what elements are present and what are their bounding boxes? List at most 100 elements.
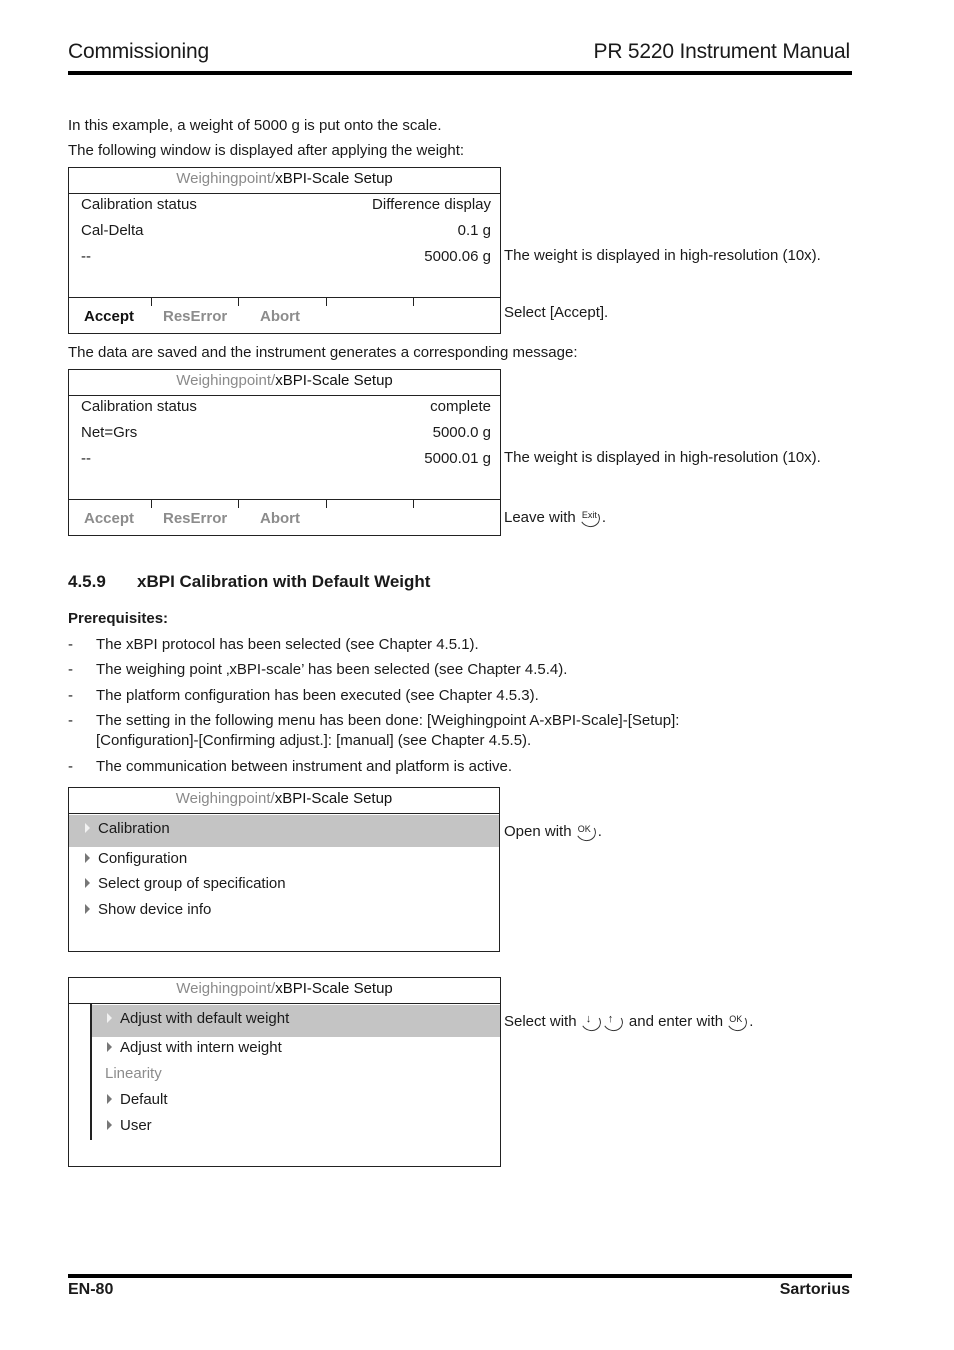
chevron-right-icon (107, 1094, 112, 1105)
bullet-dash: - (68, 712, 73, 729)
exit-key-icon: Exit (577, 506, 602, 530)
chevron-right-icon (85, 904, 90, 915)
key-arc (600, 1010, 625, 1034)
note-open-with-ok: Open with OK. (504, 820, 602, 844)
menu-item-label: Calibration (98, 820, 170, 837)
menu-item-linearity-default[interactable]: Default (107, 1087, 168, 1113)
menu-item-label: Adjust with intern weight (120, 1039, 282, 1056)
softkey-accept[interactable]: Accept (84, 307, 134, 327)
menu-item-device-info[interactable]: Show device info (85, 897, 211, 923)
screen-name: xBPI-Scale Setup (275, 372, 393, 389)
net-gross-row: Net=Grs 5000.0 g (81, 422, 491, 444)
prerequisites-label: Prerequisites: (68, 610, 169, 627)
chevron-right-icon (85, 853, 90, 864)
row-label: -- (81, 248, 91, 265)
softkey-divider (326, 298, 327, 306)
menu-item-adjust-intern[interactable]: Adjust with intern weight (107, 1035, 282, 1061)
menu-item-label: Configuration (98, 850, 188, 867)
row-label: Calibration status (81, 398, 197, 415)
chapter-title: Commissioning (68, 40, 209, 63)
saved-message-text: The data are saved and the instrument ge… (68, 344, 578, 361)
note-suffix: . (601, 509, 607, 526)
note-high-resolution: The weight is displayed in high-resoluti… (504, 449, 821, 466)
weight-row: -- 5000.06 g (81, 246, 491, 268)
footer-rule (68, 1274, 852, 1278)
menu-item-linearity-user[interactable]: User (107, 1113, 152, 1139)
cal-delta-row: Cal-Delta 0.1 g (81, 220, 491, 242)
screen-name: xBPI-Scale Setup (275, 980, 393, 997)
note-suffix: . (749, 1013, 754, 1030)
note-text: Open with (504, 823, 572, 840)
company-name: Sartorius (779, 1281, 850, 1298)
menu-item-label: Adjust with default weight (120, 1010, 290, 1027)
chevron-right-icon (85, 823, 90, 834)
note-high-resolution: The weight is displayed in high-resoluti… (504, 247, 821, 264)
prereq-item: The platform configuration has been exec… (96, 687, 539, 704)
menu-item-adjust-default[interactable]: Adjust with default weight (92, 1005, 500, 1037)
softkey-divider (238, 500, 239, 508)
menu-item-calibration[interactable]: Calibration (69, 815, 499, 847)
breadcrumb: Weighingpoint/ (176, 980, 276, 997)
display-screen-difference: Weighingpoint/xBPI-Scale Setup Calibrati… (68, 167, 501, 334)
note-text: and enter with (628, 1013, 724, 1030)
intro-line-1: In this example, a weight of 5000 g is p… (68, 117, 442, 134)
arrow-down-key-icon: ↓ (578, 1010, 603, 1034)
status-row: Calibration status Difference display (81, 194, 491, 216)
breadcrumb: Weighingpoint/ (176, 170, 276, 187)
softkey-divider (413, 500, 414, 508)
note-select-accept: Select [Accept]. (504, 304, 609, 321)
row-label: Calibration status (81, 196, 197, 213)
bullet-dash: - (68, 636, 73, 653)
bullet-dash: - (68, 661, 73, 678)
row-label: Cal-Delta (81, 222, 144, 239)
ok-key-icon: OK (725, 1010, 750, 1034)
row-value: 5000.0 g (432, 424, 491, 441)
display-screen-calibration-menu: Weighingpoint/xBPI-Scale Setup Adjust wi… (68, 977, 501, 1167)
screen-title: Weighingpoint/xBPI-Scale Setup (69, 168, 500, 194)
screen-title: Weighingpoint/xBPI-Scale Setup (69, 978, 500, 1004)
chevron-right-icon (107, 1042, 112, 1053)
ok-key-icon: OK (573, 820, 598, 844)
softkey-accept[interactable]: Accept (84, 509, 134, 529)
breadcrumb: Weighingpoint/ (175, 790, 275, 807)
note-leave-with-exit: Leave with Exit. (504, 506, 607, 530)
display-screen-setup-menu: Weighingpoint/xBPI-Scale Setup Calibrati… (68, 787, 500, 952)
arrow-up-key-icon: ↑ (600, 1010, 625, 1034)
note-text: Leave with (504, 509, 576, 526)
softkey-divider (238, 298, 239, 306)
softkey-divider (151, 500, 152, 508)
note-select-and-enter: Select with ↓ ↑ and enter with OK. (504, 1010, 754, 1034)
row-value: complete (430, 398, 491, 415)
row-value: 5000.06 g (424, 248, 491, 265)
softkey-reserror[interactable]: ResError (163, 509, 227, 529)
menu-item-label: Show device info (98, 901, 212, 918)
row-label: -- (81, 450, 91, 467)
menu-item-select-group[interactable]: Select group of specification (85, 871, 286, 897)
screen-name: xBPI-Scale Setup (275, 170, 393, 187)
softkey-reserror[interactable]: ResError (163, 307, 227, 327)
row-label: Net=Grs (81, 424, 138, 441)
menu-item-label: Select group of specification (98, 875, 286, 892)
bullet-dash: - (68, 758, 73, 775)
display-screen-complete: Weighingpoint/xBPI-Scale Setup Calibrati… (68, 369, 501, 536)
softkey-abort[interactable]: Abort (260, 307, 300, 327)
breadcrumb: Weighingpoint/ (176, 372, 276, 389)
softkey-bar: Accept ResError Abort (69, 297, 500, 333)
page-number: EN-80 (68, 1281, 114, 1298)
bullet-dash: - (68, 687, 73, 704)
softkey-abort[interactable]: Abort (260, 509, 300, 529)
softkey-divider (326, 500, 327, 508)
manual-title: PR 5220 Instrument Manual (593, 40, 851, 63)
menu-item-label: User (120, 1117, 152, 1134)
screen-name: xBPI-Scale Setup (274, 790, 393, 807)
row-value: 0.1 g (457, 222, 491, 239)
prereq-item: The setting in the following menu has be… (96, 712, 680, 729)
key-arc (578, 1010, 603, 1034)
softkey-divider (413, 298, 414, 306)
prereq-item: The communication between instrument and… (96, 758, 513, 775)
chevron-right-icon (85, 878, 90, 889)
screen-title: Weighingpoint/xBPI-Scale Setup (69, 370, 500, 396)
prereq-item: The xBPI protocol has been selected (see… (96, 636, 479, 653)
intro-line-2: The following window is displayed after … (68, 142, 465, 159)
menu-item-configuration[interactable]: Configuration (85, 846, 187, 872)
